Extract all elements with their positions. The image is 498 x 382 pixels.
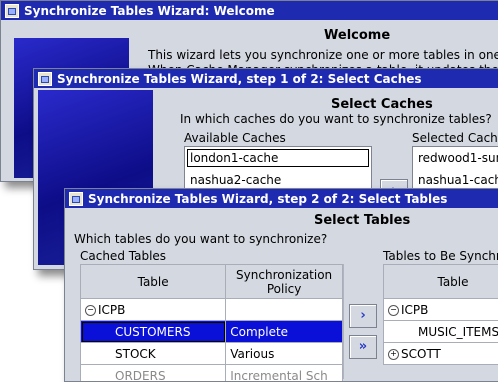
table-name-cell[interactable]: STOCK — [81, 343, 226, 365]
select-tables-title-bar[interactable]: Synchronize Tables Wizard, step 2 of 2: … — [65, 189, 498, 208]
column-header-sync-policy[interactable]: Synchronization Policy — [226, 265, 343, 299]
select-caches-title-text: Synchronize Tables Wizard, step 1 of 2: … — [57, 72, 422, 86]
selected-cache-item[interactable]: redwood1-sun-cache — [413, 147, 498, 169]
sync-policy-cell[interactable]: Incremental Sch — [226, 365, 343, 382]
double-chevron-right-icon: » — [359, 339, 367, 354]
tables-to-sync-label: Tables to Be Synchronized — [383, 249, 498, 263]
sync-policy-cell[interactable]: Various — [226, 343, 343, 365]
select-tables-window: Synchronize Tables Wizard, step 2 of 2: … — [64, 188, 498, 382]
table-name-cell[interactable]: +SCOTT — [384, 343, 498, 365]
available-cache-item[interactable]: london1-cache — [185, 147, 371, 169]
table-name-text: SCOTT — [401, 347, 441, 361]
welcome-intro-line1: This wizard lets you synchronize one or … — [148, 48, 498, 62]
select-caches-title-bar[interactable]: Synchronize Tables Wizard, step 1 of 2: … — [34, 69, 498, 88]
column-header-table[interactable]: Table — [81, 265, 226, 299]
select-caches-question: In which caches do you want to synchroni… — [180, 112, 492, 126]
table-row[interactable]: ORDERS Incremental Sch — [81, 365, 343, 382]
cached-tables-label: Cached Tables — [80, 249, 166, 263]
column-header-table[interactable]: Table — [384, 265, 498, 299]
table-row[interactable]: −ICPB — [384, 299, 498, 321]
table-name-cell[interactable]: −ICPB — [384, 299, 498, 321]
table-row[interactable]: +SCOTT — [384, 343, 498, 365]
select-tables-title-text: Synchronize Tables Wizard, step 2 of 2: … — [88, 192, 447, 206]
sync-policy-header-text: Synchronization Policy — [236, 268, 332, 296]
select-caches-heading: Select Caches — [331, 97, 433, 112]
cached-tables-grid[interactable]: Table Synchronization Policy −ICPB CUSTO… — [80, 264, 343, 382]
tables-to-sync-grid[interactable]: Table −ICPB MUSIC_ITEMS +SCOTT — [383, 264, 498, 365]
wizard-app-icon — [69, 192, 83, 206]
welcome-title-text: Synchronize Tables Wizard: Welcome — [24, 4, 275, 18]
table-name-cell[interactable]: −ICPB — [81, 299, 226, 321]
available-caches-label: Available Caches — [184, 131, 286, 145]
table-row[interactable]: CUSTOMERS Complete — [81, 321, 343, 343]
welcome-heading: Welcome — [324, 28, 390, 43]
collapse-icon[interactable]: − — [388, 305, 399, 316]
sync-policy-cell[interactable]: Complete — [226, 321, 343, 343]
expand-icon[interactable]: + — [388, 349, 399, 360]
table-name-text: ICPB — [98, 303, 125, 317]
table-row[interactable]: −ICPB — [81, 299, 343, 321]
selected-caches-label: Selected Caches — [412, 131, 498, 145]
table-name-text: ICPB — [401, 303, 428, 317]
select-tables-heading: Select Tables — [314, 213, 410, 228]
chevron-right-icon: › — [360, 308, 365, 323]
table-name-cell[interactable]: MUSIC_ITEMS — [384, 321, 498, 343]
table-name-cell[interactable]: ORDERS — [81, 365, 226, 382]
sync-policy-cell[interactable] — [226, 299, 343, 321]
move-selected-button[interactable]: › — [349, 304, 377, 328]
wizard-app-icon — [5, 4, 19, 18]
table-name-cell[interactable]: CUSTOMERS — [81, 321, 226, 343]
table-row[interactable]: MUSIC_ITEMS — [384, 321, 498, 343]
collapse-icon[interactable]: − — [85, 305, 96, 316]
move-all-button[interactable]: » — [349, 335, 377, 359]
wizard-app-icon — [38, 72, 52, 86]
welcome-title-bar[interactable]: Synchronize Tables Wizard: Welcome — [1, 1, 498, 20]
select-tables-question: Which tables do you want to synchronize? — [74, 232, 327, 246]
table-row[interactable]: STOCK Various — [81, 343, 343, 365]
